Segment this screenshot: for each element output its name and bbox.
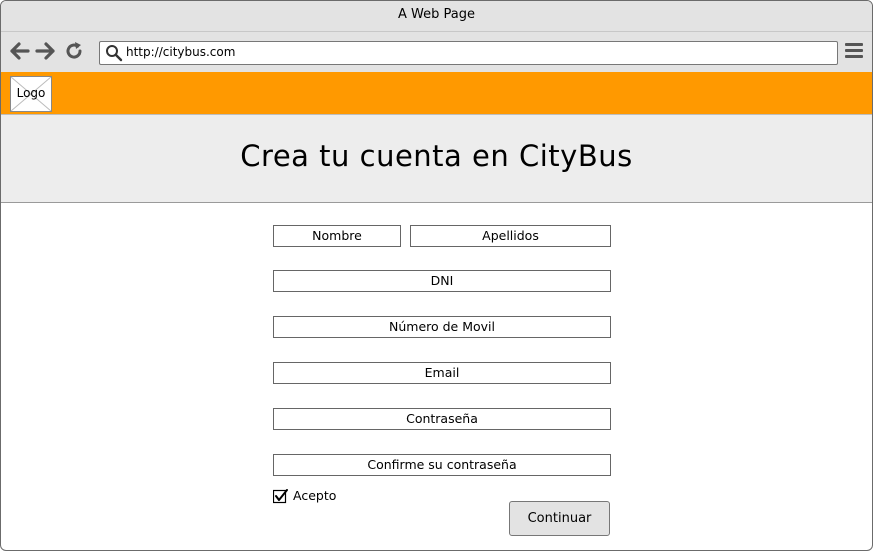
dni-field[interactable]: DNI xyxy=(273,270,611,292)
email-field[interactable]: Email xyxy=(273,362,611,384)
hero-banner: Crea tu cuenta en CityBus xyxy=(1,114,872,203)
arrow-right-icon[interactable] xyxy=(34,40,56,62)
url-input[interactable] xyxy=(126,43,826,61)
site-header: Logo xyxy=(1,72,872,114)
hamburger-menu-icon[interactable] xyxy=(845,43,863,59)
accept-checkbox[interactable] xyxy=(272,489,288,504)
phone-field[interactable]: Número de Movil xyxy=(273,316,611,338)
browser-navbar xyxy=(1,32,872,72)
browser-window: A Web Page Logo Crea tu cuenta en CityBu… xyxy=(0,0,873,551)
logo-label: Logo xyxy=(16,86,46,100)
password-field[interactable]: Contraseña xyxy=(273,408,611,430)
password-confirm-field[interactable]: Confirme su contraseña xyxy=(273,454,611,476)
window-title: A Web Page xyxy=(1,1,872,32)
search-icon xyxy=(105,44,123,62)
last-name-field[interactable]: Apellidos xyxy=(410,225,611,247)
reload-icon[interactable] xyxy=(63,40,85,62)
address-bar[interactable] xyxy=(99,41,838,65)
page-title: Crea tu cuenta en CityBus xyxy=(240,139,633,173)
arrow-left-icon[interactable] xyxy=(9,40,31,62)
logo[interactable]: Logo xyxy=(10,76,52,112)
accept-label: Acepto xyxy=(293,488,337,503)
first-name-field[interactable]: Nombre xyxy=(273,225,401,247)
continue-button[interactable]: Continuar xyxy=(509,501,610,536)
